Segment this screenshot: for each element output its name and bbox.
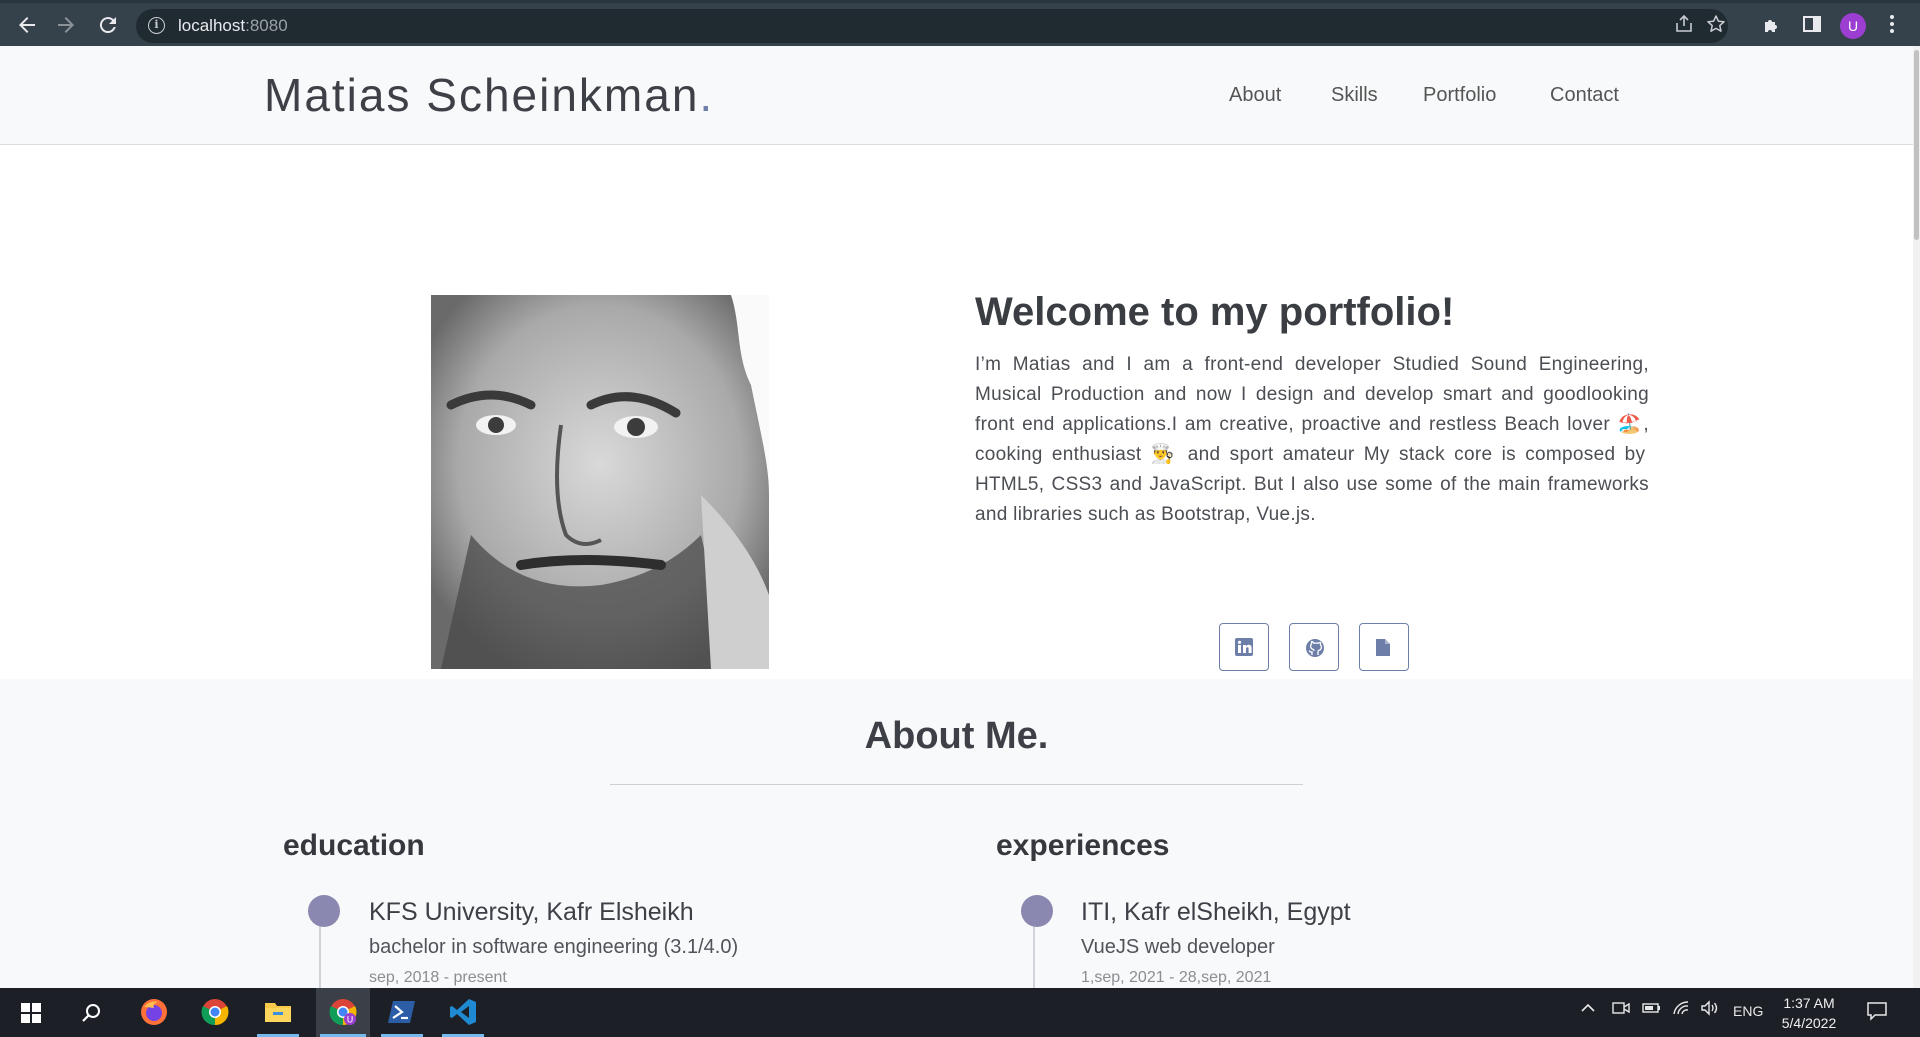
side-panel-icon[interactable] (1800, 14, 1824, 38)
github-icon (1306, 639, 1324, 657)
experience-item-date: 1,sep, 2021 - 28,sep, 2021 (1081, 969, 1272, 986)
nav-link-skills[interactable]: Skills (1331, 84, 1378, 107)
search-icon (82, 1004, 100, 1022)
nav-link-contact[interactable]: Contact (1550, 84, 1619, 107)
education-heading: education (283, 829, 425, 862)
site-header: Matias Scheinkman. About Skills Portfoli… (0, 46, 1913, 145)
meet-now-icon[interactable] (1612, 1000, 1630, 1019)
about-section: About Me. education KFS University, Kafr… (0, 679, 1913, 988)
input-language[interactable]: ENG (1733, 1003, 1763, 1019)
taskbar-vscode[interactable] (438, 988, 488, 1037)
education-item-title: KFS University, Kafr Elsheikh (369, 898, 694, 926)
taskbar-firefox[interactable] (129, 988, 179, 1037)
bookmark-star-icon[interactable] (1704, 14, 1728, 38)
vscode-icon (450, 999, 476, 1025)
site-info-icon[interactable]: i (148, 17, 165, 34)
powershell-icon (388, 1001, 415, 1023)
notifications-icon[interactable] (1866, 1001, 1888, 1024)
taskbar-file-explorer[interactable] (253, 988, 303, 1037)
address-bar[interactable]: i localhost:8080 (136, 9, 1728, 43)
forward-arrow-icon[interactable] (54, 13, 78, 37)
site-brand[interactable]: Matias Scheinkman. (264, 68, 714, 122)
chevron-up-icon (1581, 1003, 1595, 1012)
taskbar-powershell[interactable] (377, 988, 427, 1037)
browser-toolbar: i localhost:8080 U (0, 0, 1920, 46)
github-button[interactable] (1289, 623, 1339, 671)
taskbar-chrome-profile[interactable]: U (316, 988, 370, 1037)
windows-logo-icon (21, 1003, 41, 1023)
about-title: About Me. (864, 715, 1049, 757)
hero-title: Welcome to my portfolio! (975, 290, 1455, 334)
nav-link-portfolio[interactable]: Portfolio (1423, 84, 1496, 107)
profile-photo (431, 295, 769, 669)
resume-button[interactable] (1359, 623, 1409, 671)
clock-date: 5/4/2022 (1781, 1015, 1837, 1031)
nav-link-about[interactable]: About (1229, 84, 1281, 107)
hero-bio: I’m Matias and I am a front-end develope… (975, 354, 1649, 525)
experience-item-subtitle: VueJS web developer (1081, 936, 1275, 958)
extensions-icon[interactable] (1760, 14, 1784, 38)
page-viewport: Matias Scheinkman. About Skills Portfoli… (0, 46, 1913, 988)
address-url[interactable]: localhost:8080 (178, 16, 288, 36)
start-button[interactable] (6, 988, 56, 1037)
show-hidden-icons[interactable] (1580, 1000, 1596, 1019)
hero-section: Welcome to my portfolio! I’m Matias and … (0, 145, 1913, 679)
more-menu-icon[interactable] (1880, 14, 1904, 38)
chrome-icon (201, 999, 229, 1026)
reload-icon[interactable] (96, 13, 120, 37)
education-item-subtitle: bachelor in software engineering (3.1/4.… (369, 936, 739, 958)
firefox-icon (141, 999, 167, 1025)
volume-icon[interactable] (1700, 1000, 1720, 1019)
search-button[interactable] (65, 988, 115, 1037)
section-divider (610, 784, 1303, 785)
experience-item-title: ITI, Kafr elSheikh, Egypt (1081, 898, 1351, 926)
back-arrow-icon[interactable] (15, 13, 39, 37)
taskbar-chrome[interactable] (190, 988, 240, 1037)
wifi-icon[interactable] (1672, 1000, 1690, 1019)
scrollbar-thumb[interactable] (1914, 50, 1919, 240)
file-explorer-icon (265, 1003, 291, 1022)
svg-text:U: U (347, 1016, 354, 1026)
profile-avatar[interactable]: U (1840, 13, 1866, 39)
page-scrollbar[interactable] (1913, 46, 1920, 988)
share-icon[interactable] (1672, 14, 1696, 38)
chrome-profile-icon: U (329, 999, 357, 1026)
windows-taskbar: U ENG 1:37 AM 5/4/2022 (0, 988, 1920, 1037)
document-icon (1376, 639, 1390, 656)
linkedin-icon (1235, 638, 1253, 656)
battery-icon[interactable] (1642, 1000, 1662, 1019)
clock-time: 1:37 AM (1783, 995, 1835, 1011)
experiences-heading: experiences (996, 829, 1170, 862)
education-timeline-dot (308, 895, 340, 927)
experiences-timeline-dot (1021, 895, 1053, 927)
system-clock[interactable]: 1:37 AM 5/4/2022 (1772, 993, 1846, 1033)
linkedin-button[interactable] (1219, 623, 1269, 671)
education-item-date: sep, 2018 - present (369, 969, 507, 986)
